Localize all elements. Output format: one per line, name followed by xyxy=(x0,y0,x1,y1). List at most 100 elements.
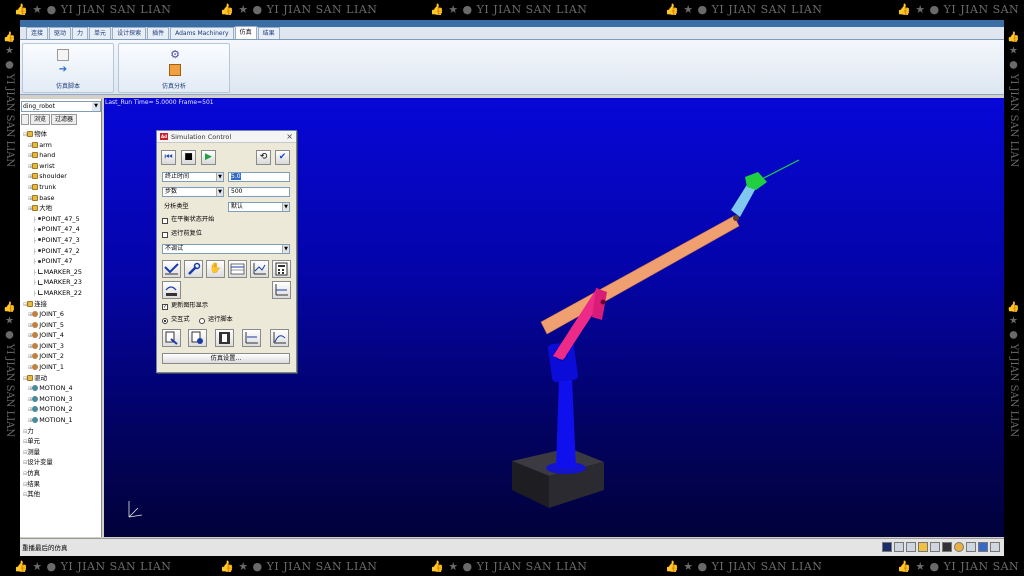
tree-expander-icon[interactable]: ├ xyxy=(33,238,38,244)
debug-select[interactable]: 不调试 ▼ xyxy=(162,244,290,254)
render-icon[interactable] xyxy=(942,542,952,552)
tree-item[interactable]: ⊞ wrist xyxy=(21,161,101,172)
chevron-down-icon[interactable]: ▼ xyxy=(282,203,289,211)
tab-0[interactable]: 连接 xyxy=(26,27,49,39)
hand-button[interactable]: ✋ xyxy=(206,260,225,278)
grid-icon[interactable] xyxy=(930,542,940,552)
document-icon[interactable] xyxy=(57,49,69,61)
settings-icon[interactable] xyxy=(990,542,1000,552)
tree-item[interactable]: ⊞ JOINT_5 xyxy=(21,320,101,331)
save-results-button[interactable] xyxy=(162,329,181,347)
tree-item[interactable]: ⊟力 xyxy=(21,426,101,437)
tree-item[interactable]: ⊟结果 xyxy=(21,479,101,490)
end-mode-select[interactable]: 终止时间 ▼ xyxy=(162,172,224,182)
steps-mode-select[interactable]: 步数 ▼ xyxy=(162,187,224,197)
postprocessor-button[interactable] xyxy=(270,329,289,347)
tree-item[interactable]: ⊟ 连接 xyxy=(21,299,101,310)
close-icon[interactable]: × xyxy=(286,131,293,142)
tree-item[interactable]: ├ MARKER_23 xyxy=(21,277,101,288)
sensor-button[interactable] xyxy=(162,281,181,299)
info-icon[interactable] xyxy=(954,542,964,552)
end-time-input[interactable]: 5.0 xyxy=(228,172,290,182)
tree-expander-icon[interactable]: ├ xyxy=(33,291,38,297)
tree-item[interactable]: ⊟其他 xyxy=(21,489,101,500)
arrow-right-icon[interactable]: ➔ xyxy=(57,64,69,76)
plot-button[interactable] xyxy=(250,260,269,278)
analysis-icon[interactable] xyxy=(169,64,181,76)
tree-item[interactable]: ⊞ base xyxy=(21,193,101,204)
interactive-radio[interactable] xyxy=(162,318,168,324)
graph-button[interactable] xyxy=(272,281,291,299)
tree-expander-icon[interactable]: ├ xyxy=(33,227,38,233)
measure-button[interactable] xyxy=(242,329,261,347)
tab-filter[interactable]: 过滤器 xyxy=(51,114,78,125)
tree-item[interactable]: ⊟单元 xyxy=(21,436,101,447)
tree-item[interactable]: ⊟设计变量 xyxy=(21,457,101,468)
tools-button[interactable] xyxy=(184,260,203,278)
tree-item[interactable]: ⊞ 大地 xyxy=(21,203,101,214)
tree-item[interactable]: ⊞ JOINT_3 xyxy=(21,341,101,352)
viewport-icon[interactable] xyxy=(882,542,892,552)
flag-icon[interactable] xyxy=(978,542,988,552)
script-radio[interactable] xyxy=(199,318,205,324)
tree-item[interactable]: ⊟测量 xyxy=(21,447,101,458)
table-button[interactable] xyxy=(228,260,247,278)
tab-blank[interactable] xyxy=(21,114,29,125)
tree-expander-icon[interactable]: ├ xyxy=(33,217,38,223)
play-button[interactable]: ▶ xyxy=(201,150,216,165)
tab-2[interactable]: 力 xyxy=(72,27,89,39)
window-icon[interactable] xyxy=(894,542,904,552)
tree-item[interactable]: ⊟ 驱动 xyxy=(21,373,101,384)
tree-expander-icon[interactable]: ├ xyxy=(33,280,38,286)
chevron-down-icon[interactable]: ▼ xyxy=(216,173,223,181)
steps-input[interactable]: 500 xyxy=(228,187,290,197)
tab-3[interactable]: 单元 xyxy=(89,27,112,39)
model-select[interactable]: ding_robot ▼ xyxy=(21,101,101,112)
tree-item[interactable]: ⊞ trunk xyxy=(21,182,101,193)
calculator-button[interactable] xyxy=(272,260,291,278)
sim-settings-button[interactable]: 仿真设置... xyxy=(162,353,290,364)
dialog-titlebar[interactable]: Ad Simulation Control × xyxy=(157,131,296,143)
tree-expander-icon[interactable]: ├ xyxy=(33,270,38,276)
replay-button[interactable]: ⟲ xyxy=(256,150,271,165)
chevron-down-icon[interactable]: ▼ xyxy=(92,102,100,111)
tree-item[interactable]: ├ POINT_47_5 xyxy=(21,214,101,225)
tree-item[interactable]: ├ MARKER_22 xyxy=(21,288,101,299)
color-icon[interactable] xyxy=(918,542,928,552)
rewind-button[interactable]: ⏮ xyxy=(161,150,176,165)
load-results-button[interactable] xyxy=(188,329,207,347)
tree-item[interactable]: ⊞ MOTION_2 xyxy=(21,404,101,415)
tree-item[interactable]: ⊞ JOINT_6 xyxy=(21,309,101,320)
tab-1[interactable]: 驱动 xyxy=(49,27,72,39)
tree-item[interactable]: ├ POINT_47 xyxy=(21,256,101,267)
tree-item[interactable]: ⊞ arm xyxy=(21,140,101,151)
tree-item[interactable]: ⊞ MOTION_1 xyxy=(21,415,101,426)
tab-6[interactable]: Adams Machinery xyxy=(170,27,234,39)
tab-browse[interactable]: 浏览 xyxy=(30,114,51,125)
tree-item[interactable]: ⊞ MOTION_3 xyxy=(21,394,101,405)
chevron-down-icon[interactable]: ▼ xyxy=(216,188,223,196)
tree-item[interactable]: ⊞ JOINT_2 xyxy=(21,351,101,362)
tree-item[interactable]: ⊞ JOINT_1 xyxy=(21,362,101,373)
analysis-type-select[interactable]: 默认 ▼ xyxy=(228,202,290,212)
ok-button[interactable]: ✔ xyxy=(275,150,290,165)
tree-item[interactable]: ├ MARKER_25 xyxy=(21,267,101,278)
tree-expander-icon[interactable]: ├ xyxy=(33,249,38,255)
layout-icon[interactable] xyxy=(906,542,916,552)
tree-item[interactable]: ⊞ hand xyxy=(21,150,101,161)
update-graphics-checkbox[interactable]: ✓ xyxy=(162,304,168,310)
model-verify-button[interactable] xyxy=(162,260,181,278)
tree-item[interactable]: ⊞ JOINT_4 xyxy=(21,330,101,341)
tree-expander-icon[interactable]: ├ xyxy=(33,259,38,265)
tab-7[interactable]: 仿真 xyxy=(234,26,257,39)
tree-item[interactable]: ⊞ MOTION_4 xyxy=(21,383,101,394)
gear-icon[interactable]: ⚙ xyxy=(169,49,181,61)
chevron-down-icon[interactable]: ▼ xyxy=(282,245,289,253)
animation-button[interactable] xyxy=(215,329,234,347)
tab-4[interactable]: 设计探索 xyxy=(112,27,147,39)
tree-item[interactable]: ├ POINT_47_4 xyxy=(21,224,101,235)
tab-5[interactable]: 插件 xyxy=(147,27,170,39)
tree-item[interactable]: ├ POINT_47_3 xyxy=(21,235,101,246)
stop-button[interactable]: ■ xyxy=(181,150,196,165)
tree-item[interactable]: ⊟仿真 xyxy=(21,468,101,479)
